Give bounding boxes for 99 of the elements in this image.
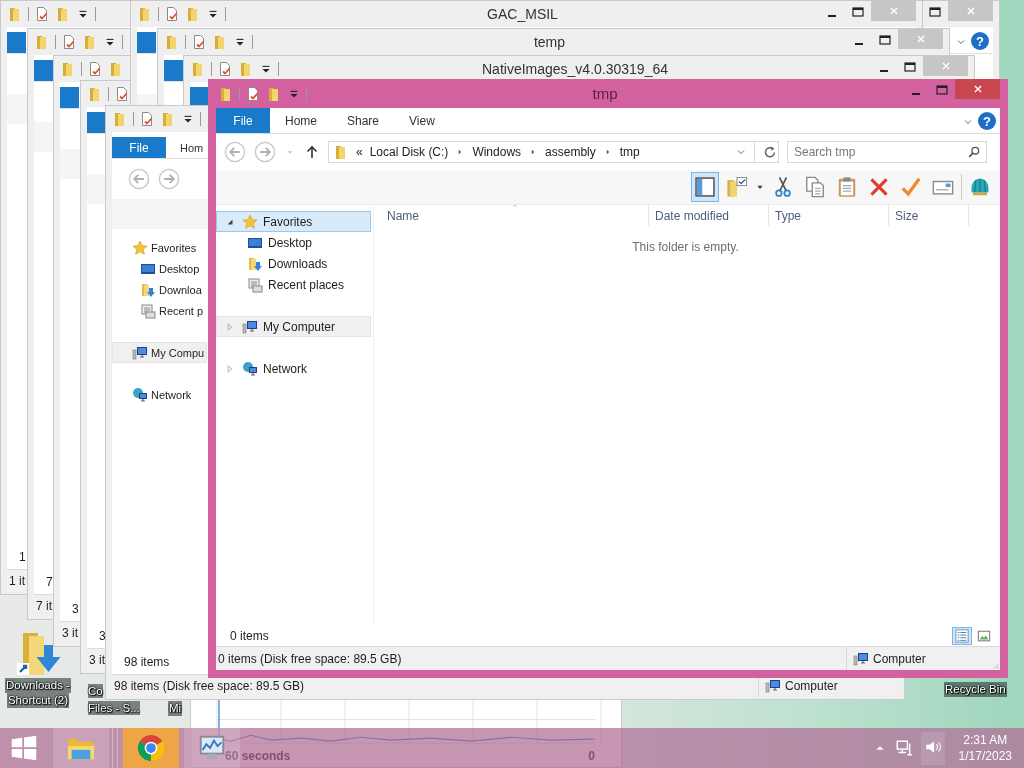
breadcrumb[interactable]: Windows — [472, 145, 522, 159]
forward-button[interactable] — [158, 168, 180, 190]
status-text: 3 it — [89, 653, 105, 667]
desktop-icon-label[interactable]: Recycle Bin — [944, 682, 1007, 697]
maximize-icon[interactable] — [927, 4, 943, 20]
maximize-icon[interactable] — [877, 32, 893, 48]
item-count: 98 items — [124, 655, 170, 669]
item-count: 7 — [46, 575, 53, 589]
search-field[interactable]: Search tmp — [787, 141, 987, 163]
breadcrumb[interactable]: assembly — [545, 145, 596, 159]
downloads-folder-icon — [247, 255, 263, 272]
nav-item[interactable]: Recent places — [216, 274, 371, 295]
desktop-icon-label[interactable]: Co — [88, 684, 103, 698]
taskbar-button[interactable] — [123, 728, 179, 768]
up-arrow-icon[interactable] — [304, 144, 320, 160]
column-header[interactable]: Type — [769, 205, 889, 226]
column-header[interactable]: Size — [889, 205, 969, 226]
desktop-icon-label[interactable]: Files - S... — [88, 701, 140, 715]
maximize-icon[interactable] — [850, 4, 866, 20]
back-button[interactable] — [128, 168, 150, 190]
document-check-icon[interactable] — [191, 34, 207, 50]
window-title: NativeImages_v4.0.30319_64 — [481, 61, 669, 77]
window-title: tmp — [591, 85, 619, 102]
document-check-icon[interactable] — [87, 61, 103, 77]
computer-icon — [132, 344, 148, 361]
collapsed-arrow-icon[interactable] — [225, 363, 235, 374]
downloads-folder-icon — [140, 281, 156, 298]
item-count: 3 — [72, 602, 79, 616]
document-check-icon[interactable] — [217, 61, 233, 77]
desktop-icon-label[interactable]: Mi — [168, 701, 183, 716]
ribbon-tab[interactable]: Hom — [166, 137, 204, 158]
address-bar[interactable]: « Local Disk (C:) Windows assembly tmp — [328, 141, 779, 163]
search-icon[interactable] — [967, 145, 981, 159]
window-title: GAC_MSIL — [486, 6, 559, 22]
nav-item[interactable]: My Computer — [216, 316, 371, 337]
axis-label: 0 — [588, 749, 595, 765]
nav-item[interactable]: Favorites — [112, 237, 207, 258]
location-label: Computer — [785, 679, 838, 693]
item-count: 0 items — [230, 629, 269, 643]
window-title: temp — [532, 34, 567, 50]
nav-item[interactable]: Favorites — [216, 211, 371, 232]
desktop-icon-label[interactable]: Downloads - — [5, 678, 71, 693]
ribbon-tab[interactable]: Share — [332, 108, 395, 133]
empty-folder-message: This folder is empty. — [632, 240, 740, 254]
item-count: 1 — [19, 550, 26, 564]
computer-icon — [765, 678, 781, 694]
volume-button[interactable] — [920, 731, 945, 765]
help-button[interactable]: ? — [971, 32, 989, 50]
nav-item[interactable]: Recent p — [112, 300, 207, 321]
breadcrumb-overflow[interactable]: « — [356, 145, 363, 159]
breadcrumb[interactable]: Local Disk (C:) — [369, 145, 449, 159]
back-button[interactable] — [224, 141, 246, 163]
taskbar-button[interactable] — [184, 728, 240, 768]
file-tab[interactable]: File — [112, 137, 166, 158]
breadcrumb[interactable]: tmp — [619, 145, 640, 159]
network-icon — [132, 386, 148, 403]
document-check-icon[interactable] — [34, 6, 50, 22]
nav-item[interactable]: Downloa — [112, 279, 207, 300]
status-text: 3 it — [62, 626, 78, 640]
help-button[interactable]: ? — [978, 112, 996, 130]
taskbar-button[interactable] — [53, 728, 109, 768]
forward-button[interactable] — [254, 141, 276, 163]
browser-icon[interactable] — [136, 733, 166, 763]
nav-item[interactable]: My Compu — [112, 342, 207, 363]
computer-icon — [853, 650, 869, 667]
status-text: 1 it — [9, 574, 25, 588]
document-check-icon[interactable] — [139, 111, 155, 127]
ribbon-tab[interactable]: Home — [270, 108, 332, 133]
nav-item[interactable]: Network — [216, 358, 371, 379]
location-label: Computer — [873, 651, 926, 666]
column-header[interactable]: Name — [381, 205, 649, 226]
document-check-icon[interactable] — [164, 6, 180, 22]
nav-item[interactable]: Network — [112, 384, 207, 405]
network-icon[interactable] — [894, 739, 913, 757]
star-icon — [132, 239, 148, 256]
status-text: 98 items (Disk free space: 89.5 GB) — [114, 679, 305, 693]
nav-item[interactable]: Desktop — [216, 232, 371, 253]
document-check-icon[interactable] — [61, 34, 77, 50]
documents-icon — [247, 276, 263, 293]
file-tab[interactable]: File — [216, 108, 270, 133]
document-check-icon[interactable] — [114, 86, 130, 102]
computer-icon — [242, 318, 258, 335]
desktop-icon-label[interactable]: Shortcut (2) — [6, 693, 69, 708]
network-icon — [242, 360, 258, 377]
document-check-icon[interactable] — [245, 85, 261, 102]
ribbon-tab[interactable]: View — [394, 108, 450, 133]
item-count: 3 — [99, 629, 106, 643]
maximize-icon[interactable] — [902, 59, 918, 75]
documents-icon — [140, 302, 156, 319]
nav-item[interactable]: Downloads — [216, 253, 371, 274]
close-button[interactable] — [955, 79, 1000, 99]
star-icon — [242, 213, 258, 230]
windows-logo-icon[interactable] — [10, 734, 38, 762]
collapsed-arrow-icon[interactable] — [225, 321, 235, 332]
status-text: 7 it — [36, 599, 52, 613]
nav-item[interactable]: Desktop — [112, 258, 207, 279]
column-header[interactable]: Date modified — [649, 205, 769, 226]
refresh-icon[interactable] — [762, 144, 778, 160]
status-text: 0 items (Disk free space: 89.5 GB) — [218, 651, 402, 666]
